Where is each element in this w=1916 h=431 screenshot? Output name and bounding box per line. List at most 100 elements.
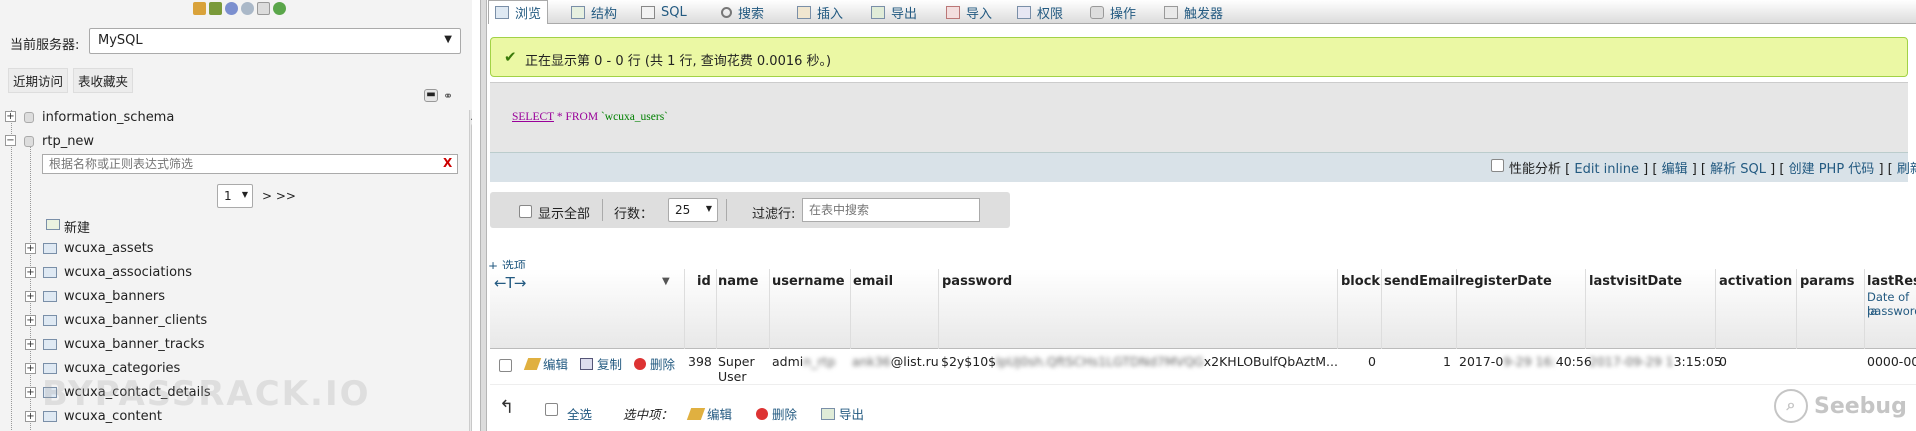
cell-activation[interactable]: 0	[1719, 354, 1727, 369]
cell-block[interactable]: 0	[1368, 354, 1376, 369]
column-header-id[interactable]: id	[697, 274, 711, 289]
sort-dropdown-icon[interactable]: ▼	[662, 276, 670, 287]
cell-id[interactable]: 398	[688, 354, 712, 369]
select-all-checkbox[interactable]	[545, 403, 558, 416]
reload-icon[interactable]	[273, 2, 286, 15]
table-item[interactable]: wcuxa_banners	[64, 289, 165, 304]
collapse-rtp-new-icon[interactable]: −	[5, 135, 16, 146]
expand-table-icon[interactable]: +	[25, 387, 36, 398]
row-delete-button[interactable]: 删除	[634, 354, 675, 373]
database-icon	[24, 112, 34, 123]
bulk-export-button[interactable]: 导出	[821, 404, 864, 423]
cell-username[interactable]: admin_rtp	[772, 354, 835, 369]
row-copy-button[interactable]: 复制	[580, 354, 622, 373]
bulk-edit-label: 编辑	[707, 407, 733, 422]
tab-insert[interactable]: 插入	[791, 0, 849, 24]
home-icon[interactable]	[193, 2, 206, 15]
cell-email[interactable]: ank36@list.ru	[852, 354, 939, 369]
cell-lastreset[interactable]: 0000-00-	[1867, 354, 1916, 369]
column-header-block[interactable]: block	[1341, 274, 1380, 289]
tab-export[interactable]: 导出	[865, 0, 923, 24]
row-edit-button[interactable]: 编辑	[523, 354, 568, 373]
cell-sendemail[interactable]: 1	[1443, 354, 1451, 369]
column-header-lastreset[interactable]: lastReset	[1867, 274, 1916, 289]
settings-icon[interactable]	[257, 2, 270, 15]
next-page-link[interactable]: > >>	[262, 189, 296, 203]
column-header-lastvisitdate[interactable]: lastvisitDate	[1589, 274, 1682, 289]
explain-sql-link[interactable]: 解析 SQL	[1710, 162, 1766, 177]
expand-table-icon[interactable]: +	[25, 243, 36, 254]
create-php-code-link[interactable]: 创建 PHP 代码	[1789, 162, 1875, 177]
column-header-password[interactable]: password	[942, 274, 1012, 289]
table-filter-input[interactable]	[42, 154, 458, 174]
cell-name[interactable]: Super	[718, 354, 755, 369]
db-information-schema[interactable]: information_schema	[42, 110, 174, 125]
cell-registerdate[interactable]: 2017-09-29 16:40:56	[1459, 354, 1592, 369]
expand-information-schema-icon[interactable]: +	[5, 111, 16, 122]
cell-text: admi	[772, 354, 804, 369]
bulk-delete-button[interactable]: 删除	[756, 404, 797, 423]
clear-filter-button[interactable]: X	[443, 156, 452, 170]
rows-per-page-select[interactable]: 25 ▼	[668, 198, 718, 222]
profiling-checkbox[interactable]	[1491, 159, 1504, 172]
table-item[interactable]: wcuxa_banner_tracks	[64, 337, 205, 352]
column-header-username[interactable]: username	[772, 274, 845, 289]
expand-table-icon[interactable]: +	[25, 411, 36, 422]
tab-structure[interactable]: 结构	[565, 0, 623, 24]
row-checkbox[interactable]	[499, 359, 512, 372]
cell-lastvisitdate[interactable]: 2017-09-29 13:15:05	[1589, 354, 1722, 369]
column-header-sendemail[interactable]: sendEmail	[1384, 274, 1459, 289]
tab-label: 搜索	[738, 6, 765, 22]
tab-sql[interactable]: SQL	[635, 0, 693, 24]
sql-keyword-select[interactable]: SELECT	[512, 111, 554, 123]
scrollbar-thumb[interactable]	[471, 124, 472, 431]
expand-table-icon[interactable]: +	[25, 339, 36, 350]
link-with-main-icon[interactable]: ⚭	[443, 89, 453, 103]
expand-table-icon[interactable]: +	[25, 363, 36, 374]
collapse-all-icon[interactable]: ▬	[424, 89, 438, 102]
tab-browse[interactable]: 浏览	[488, 0, 549, 24]
exit-icon[interactable]	[209, 2, 222, 15]
tab-search[interactable]: 搜索	[715, 0, 770, 24]
table-item[interactable]: wcuxa_assets	[64, 241, 154, 256]
column-header-params[interactable]: params	[1800, 274, 1855, 289]
tab-recent[interactable]: 近期访问	[8, 68, 69, 93]
tree-scrollbar[interactable]: ▲	[469, 110, 472, 431]
expand-table-icon[interactable]: +	[25, 267, 36, 278]
db-rtp-new[interactable]: rtp_new	[42, 134, 94, 149]
tab-triggers[interactable]: 触发器	[1158, 0, 1229, 24]
bulk-edit-button[interactable]: 编辑	[686, 404, 733, 423]
operations-icon	[1090, 5, 1104, 19]
filter-rows-input[interactable]	[802, 198, 980, 222]
column-resize-arrows-icon[interactable]: ←T→	[494, 274, 526, 292]
docs-icon[interactable]	[241, 2, 254, 15]
column-header-activation[interactable]: activation	[1719, 274, 1792, 289]
select-all-label[interactable]: 全选	[567, 404, 592, 423]
scroll-up-icon[interactable]: ▲	[471, 112, 472, 121]
column-header-email[interactable]: email	[853, 274, 893, 289]
expand-table-icon[interactable]: +	[25, 315, 36, 326]
page-select[interactable]: 1 ▼	[217, 184, 253, 208]
dropdown-arrow-icon: ▼	[444, 34, 452, 45]
tab-favorites[interactable]: 表收藏夹	[73, 68, 134, 93]
column-header-registerdate[interactable]: registerDate	[1459, 274, 1552, 289]
table-item[interactable]: wcuxa_associations	[64, 265, 192, 280]
table-icon	[43, 315, 57, 326]
tab-operations[interactable]: 操作	[1084, 0, 1142, 24]
query-window-icon[interactable]	[225, 2, 238, 15]
edit-inline-link[interactable]: Edit inline	[1574, 162, 1639, 177]
show-all-checkbox[interactable]	[519, 205, 532, 218]
column-header-name[interactable]: name	[718, 274, 758, 289]
expand-table-icon[interactable]: +	[25, 291, 36, 302]
refresh-link[interactable]: 刷新	[1897, 162, 1916, 177]
tab-import[interactable]: 导入	[940, 0, 998, 24]
edit-query-link[interactable]: 编辑	[1662, 162, 1688, 177]
table-icon	[43, 363, 57, 374]
panel-splitter[interactable]	[480, 0, 487, 431]
tab-privileges[interactable]: 权限	[1011, 0, 1069, 24]
cell-name[interactable]: User	[718, 369, 747, 384]
server-select[interactable]: MySQL ▼	[89, 28, 461, 54]
table-item[interactable]: wcuxa_banner_clients	[64, 313, 207, 328]
cell-password[interactable]: $2y$10$lpUJ0sh.QftSCHs1LGTDNd7MVQGx2KHLO…	[941, 354, 1338, 369]
new-table-link[interactable]: 新建	[64, 217, 90, 236]
